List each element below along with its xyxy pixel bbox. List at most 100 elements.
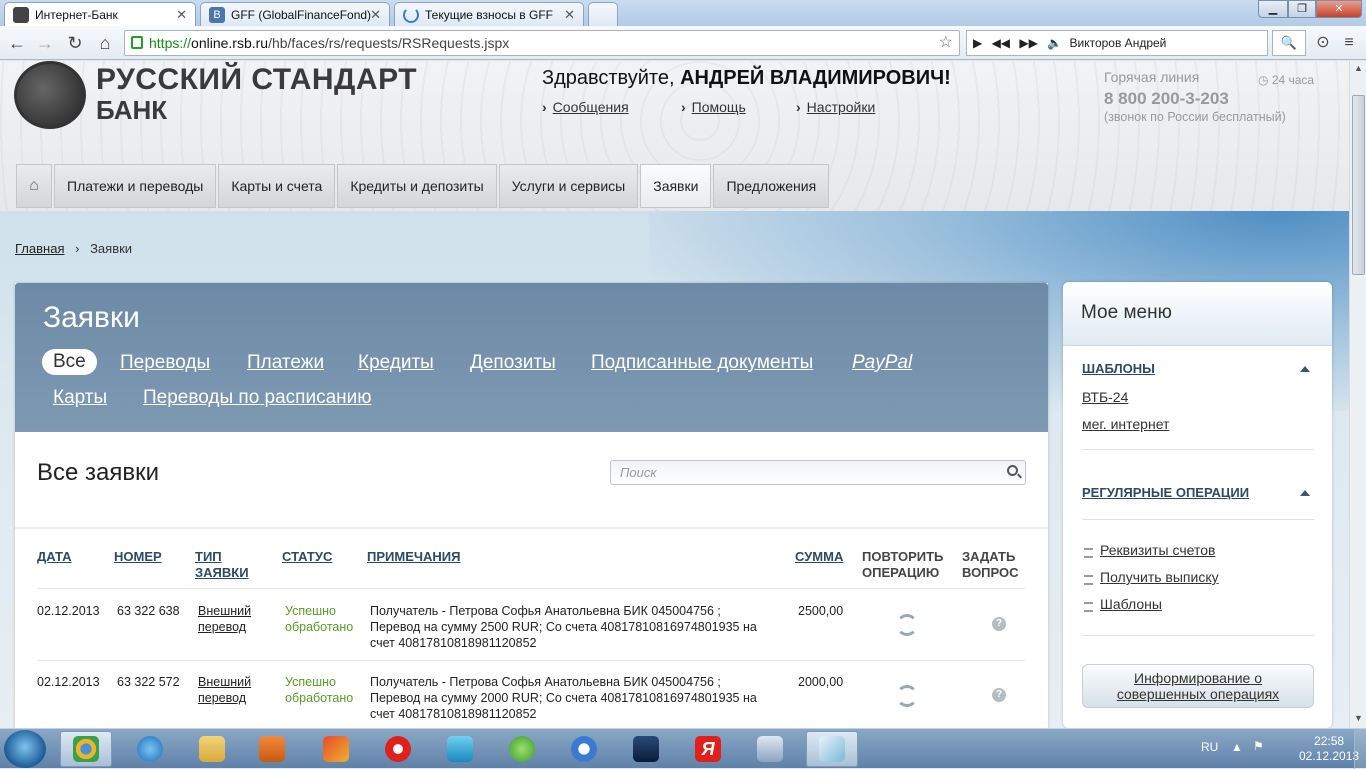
close-icon[interactable]: ✕ — [176, 7, 187, 23]
start-button[interactable] — [4, 730, 46, 768]
repeat-operation-icon[interactable] — [896, 685, 918, 707]
col-sum[interactable]: СУММА — [795, 549, 843, 565]
next-icon[interactable]: ▶▶ — [1019, 36, 1037, 50]
home-button[interactable]: ⌂ — [92, 30, 118, 56]
taskbar-kmplayer[interactable] — [620, 731, 672, 767]
tab-gff-contributions[interactable]: Текущие взносы в GFF ✕ — [394, 2, 584, 26]
filter-payments[interactable]: Платежи — [247, 352, 324, 374]
taskbar-yandex-browser[interactable] — [372, 731, 424, 767]
minimize-button[interactable]: ▁ — [1258, 0, 1288, 18]
bookmark-star-icon[interactable]: ☆ — [939, 31, 953, 55]
address-bar[interactable]: https://online.rsb.ru/hb/faces/rs/reques… — [124, 30, 960, 56]
row-type-link[interactable]: Внешний перевод — [198, 603, 251, 635]
link-label[interactable]: Помощь — [692, 99, 746, 115]
taskbar-media-player[interactable] — [246, 731, 298, 767]
nav-credits[interactable]: Кредиты и депозиты — [337, 164, 497, 208]
forward-button[interactable]: → — [32, 30, 58, 56]
tab-internet-bank[interactable]: Интернет-Банк ✕ — [4, 2, 196, 26]
link-label[interactable]: Настройки — [807, 99, 876, 115]
menu-icon[interactable]: ≡ — [1336, 30, 1362, 56]
nav-cards[interactable]: Карты и счета — [218, 164, 336, 208]
flag-icon[interactable]: ⚑ — [1253, 739, 1264, 753]
notifications-button[interactable]: Информирование о совершенных операциях — [1082, 664, 1314, 708]
scroll-down-icon[interactable]: ▼ — [1353, 713, 1364, 723]
play-icon[interactable]: ▶ — [973, 36, 982, 50]
close-icon[interactable]: ✕ — [370, 7, 381, 23]
system-tray: RU ▲ ⚑ 22:58 02.12.2013 — [1195, 729, 1366, 769]
filter-signed-docs[interactable]: Подписанные документы — [591, 352, 813, 374]
prev-icon[interactable]: ◀◀ — [992, 36, 1010, 50]
maximize-button[interactable]: ❐ — [1288, 0, 1316, 18]
taskbar-volume[interactable] — [744, 731, 796, 767]
search-input[interactable]: Поиск — [610, 460, 1026, 485]
new-tab-button[interactable] — [588, 2, 618, 26]
col-status[interactable]: СТАТУС — [282, 549, 332, 565]
taskbar-music[interactable] — [434, 731, 486, 767]
tab-title: Текущие взносы в GFF — [425, 7, 554, 22]
reload-button[interactable]: ↻ — [62, 30, 88, 56]
link-settings[interactable]: › Настройки — [796, 99, 875, 115]
close-icon[interactable]: ✕ — [564, 7, 575, 23]
regular-item[interactable]: Шаблоны — [1100, 596, 1162, 612]
regular-operations-header[interactable]: РЕГУЛЯРНЫЕ ОПЕРАЦИИ — [1082, 485, 1249, 500]
media-player-extension[interactable]: ▶ ◀◀ ▶▶ 🔈 Викторов Андрей — [966, 30, 1268, 56]
taskbar-explorer[interactable] — [186, 731, 238, 767]
filter-transfers[interactable]: Переводы — [120, 352, 210, 374]
tab-gff[interactable]: B GFF (GlobalFinanceFond) ✕ — [200, 2, 390, 26]
taskbar-media-center[interactable] — [558, 731, 610, 767]
filter-deposits[interactable]: Депозиты — [470, 352, 556, 374]
col-type[interactable]: ТИП ЗАЯВКИ — [195, 549, 249, 581]
scrollbar-thumb[interactable] — [1352, 95, 1365, 275]
repeat-operation-icon[interactable] — [896, 614, 918, 636]
ask-question-icon[interactable]: ? — [992, 617, 1006, 631]
col-notes[interactable]: ПРИМЕЧАНИЯ — [367, 549, 460, 565]
nav-home[interactable]: ⌂ — [16, 164, 52, 208]
col-repeat-line2: ОПЕРАЦИЮ — [862, 565, 940, 580]
page-title: Заявки — [43, 301, 140, 334]
collapse-arrow-icon[interactable] — [1300, 490, 1310, 496]
greeting-name: АНДРЕЙ ВЛАДИМИРОВИЧ! — [680, 67, 951, 89]
nav-offers[interactable]: Предложения — [713, 164, 830, 208]
regular-item[interactable]: Реквизиты счетов — [1100, 542, 1215, 558]
scroll-up-icon[interactable]: ▲ — [1353, 63, 1364, 73]
nav-payments[interactable]: Платежи и переводы — [54, 164, 217, 208]
filter-cards[interactable]: Карты — [53, 387, 107, 409]
show-desktop-button[interactable] — [1354, 729, 1366, 769]
col-date[interactable]: ДАТА — [37, 549, 72, 565]
ie-icon — [137, 736, 163, 762]
taskbar-yandex[interactable]: Я — [682, 731, 734, 767]
filter-paypal[interactable]: PayPal — [852, 352, 912, 374]
back-button[interactable]: ← — [4, 30, 30, 56]
filter-credits[interactable]: Кредиты — [358, 352, 434, 374]
breadcrumb-home[interactable]: Главная — [15, 241, 64, 256]
nav-requests[interactable]: Заявки — [640, 164, 712, 208]
taskbar-downloader[interactable] — [496, 731, 548, 767]
template-item[interactable]: ВТБ-24 — [1082, 389, 1128, 405]
collapse-arrow-icon[interactable] — [1300, 366, 1310, 372]
link-label[interactable]: Сообщения — [553, 99, 629, 115]
ask-question-icon[interactable]: ? — [992, 688, 1006, 702]
row-type-link[interactable]: Внешний перевод — [198, 674, 251, 706]
filter-scheduled[interactable]: Переводы по расписанию — [143, 387, 372, 409]
tray-expand-icon[interactable]: ▲ — [1231, 740, 1243, 754]
taskbar-notepad[interactable] — [806, 731, 858, 767]
taskbar-chrome[interactable] — [60, 731, 112, 767]
taskbar-paint[interactable] — [310, 731, 362, 767]
filter-all[interactable]: Все — [42, 349, 97, 375]
link-messages[interactable]: › Сообщения — [542, 99, 629, 115]
page-scrollbar[interactable]: ▲ ▼ — [1349, 61, 1366, 728]
col-number[interactable]: НОМЕР — [114, 549, 162, 565]
search-extension-button[interactable]: 🔍 — [1272, 30, 1306, 56]
volume-icon[interactable]: 🔈 — [1047, 36, 1062, 50]
search-icon[interactable] — [1007, 465, 1018, 476]
taskbar-ie[interactable] — [124, 731, 176, 767]
nav-services[interactable]: Услуги и сервисы — [498, 164, 639, 208]
regular-item[interactable]: Получить выписку — [1100, 569, 1219, 585]
close-window-button[interactable]: ✕ — [1316, 0, 1362, 18]
template-item[interactable]: мег. интернет — [1082, 416, 1169, 432]
language-indicator[interactable]: RU — [1201, 740, 1218, 754]
link-help[interactable]: › Помощь — [681, 99, 746, 115]
templates-header[interactable]: ШАБЛОНЫ — [1082, 361, 1155, 376]
extension-icon[interactable]: ⊙ — [1310, 30, 1336, 56]
clock[interactable]: 22:58 02.12.2013 — [1299, 734, 1359, 764]
